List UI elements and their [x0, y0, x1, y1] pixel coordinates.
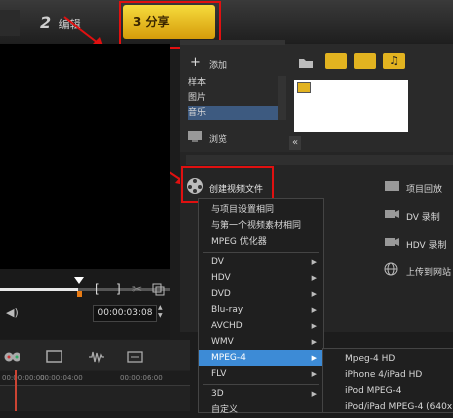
collapse-icon[interactable]: «: [289, 136, 301, 150]
hdv-camera-icon: [385, 238, 399, 246]
submenu-arrow-icon: ▶: [311, 274, 317, 282]
project-playback-button[interactable]: 项目回放: [406, 182, 442, 195]
menu-item-3d[interactable]: 3D ▶: [199, 386, 323, 402]
create-video-menu: 与项目设置相同 与第一个视频素材相同 MPEG 优化器 DV ▶ HDV ▶ DVD…: [198, 198, 324, 415]
submenu-arrow-icon: ▶: [311, 390, 317, 398]
scrub-handle[interactable]: [73, 276, 85, 300]
library-folder-item[interactable]: 图片: [188, 91, 280, 106]
library-grip: [180, 40, 285, 45]
film-reels-icon[interactable]: [4, 350, 20, 364]
audio-waveform-icon[interactable]: [88, 350, 104, 364]
ruler-tick-label: 00:00:04:00: [40, 374, 83, 382]
menu-item-label: Blu-ray: [211, 305, 244, 315]
submenu-arrow-icon: ▶: [311, 338, 317, 346]
cut-icon[interactable]: ✂: [132, 282, 142, 296]
browse-icon: [188, 131, 202, 142]
ruler-tick-label: 00:00:06:00: [120, 374, 163, 382]
subtitle-editor-icon[interactable]: [127, 350, 143, 364]
copy-icon[interactable]: [152, 283, 166, 296]
menu-item-label: 自定义: [211, 405, 239, 415]
folder-icon[interactable]: [298, 56, 314, 69]
menu-item-dvd[interactable]: DVD ▶: [199, 286, 323, 302]
menu-item-label: 3D: [211, 389, 224, 399]
tab-edit-number: 2: [40, 13, 52, 32]
menu-item-hdv[interactable]: HDV ▶: [199, 270, 323, 286]
menu-item-dv[interactable]: DV ▶: [199, 254, 323, 270]
preview-window: [0, 44, 170, 269]
scrub-progress[interactable]: [0, 288, 78, 291]
menu-item-avchd[interactable]: AVCHD ▶: [199, 318, 323, 334]
upload-to-web-button[interactable]: 上传到网站: [406, 265, 451, 278]
mark-in-button[interactable]: [: [95, 282, 100, 296]
submenu-arrow-icon: ▶: [311, 290, 317, 298]
add-icon[interactable]: +: [190, 55, 201, 70]
add-button[interactable]: 添加: [209, 58, 227, 71]
menu-item-label: 与项目设置相同: [211, 205, 275, 215]
mark-out-button[interactable]: ]: [116, 282, 121, 296]
mpeg4-submenu: Mpeg-4 HD iPhone 4/iPad HD iPod MPEG-4 i…: [322, 348, 453, 413]
timecode-display[interactable]: 00:00:03:08: [93, 305, 157, 322]
filter-music-icon[interactable]: ♫: [383, 53, 405, 69]
player-controls: [0, 269, 170, 339]
submenu-arrow-icon: ▶: [311, 370, 317, 378]
ruler-tick-label: 00:00:00:00: [2, 374, 45, 382]
submenu-item-ipod-mpeg4[interactable]: iPod MPEG-4: [323, 383, 453, 399]
menu-item-label: WMV: [211, 337, 234, 347]
submenu-arrow-icon: ▶: [311, 354, 317, 362]
menu-item-label: 与第一个视频素材相同: [211, 221, 302, 231]
filter-photo-icon[interactable]: [354, 53, 376, 69]
browse-button[interactable]: 浏览: [209, 132, 227, 145]
menu-item-same-as-project[interactable]: 与项目设置相同: [199, 202, 323, 218]
screen-capture-icon[interactable]: [46, 350, 62, 364]
timecode-stepper-icon[interactable]: ▲ ▼: [158, 304, 163, 320]
library-scrollbar[interactable]: [278, 76, 286, 120]
menu-divider: [203, 252, 319, 253]
menu-item-label: DVD: [211, 289, 231, 299]
menu-item-same-as-first-clip[interactable]: 与第一个视频素材相同: [199, 218, 323, 234]
submenu-item-ipod-ipad-mpeg4[interactable]: iPod/iPad MPEG-4 (640x: [323, 399, 453, 415]
globe-icon: [384, 262, 398, 276]
submenu-item-iphone4-ipad-hd[interactable]: iPhone 4/iPad HD: [323, 367, 453, 383]
library-thumbnails: [294, 80, 408, 132]
media-thumbnail[interactable]: [297, 82, 311, 93]
volume-icon[interactable]: ◀): [6, 306, 19, 319]
submenu-arrow-icon: ▶: [311, 306, 317, 314]
menu-item-mpeg-optimizer[interactable]: MPEG 优化器: [199, 234, 323, 250]
menu-item-custom[interactable]: 自定义: [199, 402, 323, 418]
menu-divider: [203, 384, 319, 385]
menu-item-mpeg4[interactable]: MPEG-4 ▶: [199, 350, 323, 366]
menu-item-bluray[interactable]: Blu-ray ▶: [199, 302, 323, 318]
menu-item-label: HDV: [211, 273, 231, 283]
timeline-playhead[interactable]: [15, 370, 17, 411]
menu-item-label: AVCHD: [211, 321, 243, 331]
submenu-arrow-icon: ▶: [311, 258, 317, 266]
menu-item-label: DV: [211, 257, 224, 267]
library-folder-item[interactable]: 音乐: [188, 106, 280, 120]
share-panel-header: [186, 155, 453, 165]
menu-item-flv[interactable]: FLV ▶: [199, 366, 323, 382]
project-playback-icon: [385, 181, 399, 191]
menu-item-label: FLV: [211, 369, 227, 379]
submenu-item-mpeg4-hd[interactable]: Mpeg-4 HD: [323, 351, 453, 367]
tab-capture-partial[interactable]: [0, 10, 20, 36]
hdv-record-button[interactable]: HDV 录制: [406, 238, 447, 251]
library-folder-item[interactable]: 样本: [188, 76, 280, 91]
submenu-arrow-icon: ▶: [311, 322, 317, 330]
menu-item-label: MPEG 优化器: [211, 237, 267, 247]
library-folder-list: 样本 图片 音乐: [188, 76, 280, 120]
menu-item-label: MPEG-4: [211, 353, 246, 363]
menu-item-wmv[interactable]: WMV ▶: [199, 334, 323, 350]
filter-video-icon[interactable]: [325, 53, 347, 69]
dv-camera-icon: [385, 210, 399, 218]
dv-record-button[interactable]: DV 录制: [406, 210, 440, 223]
